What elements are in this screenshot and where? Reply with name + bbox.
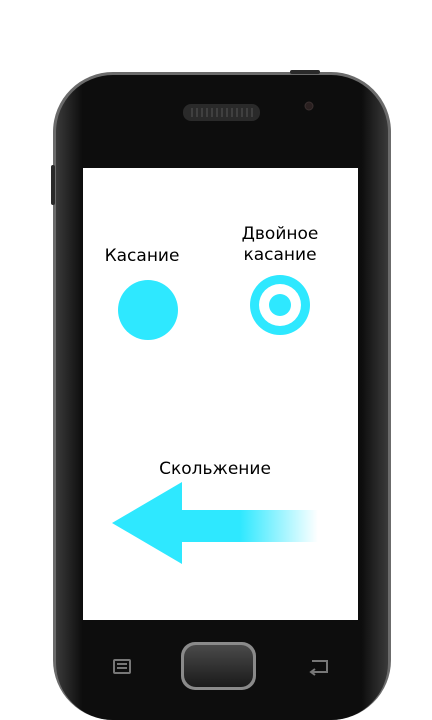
double-tap-label: Двойное касание bbox=[215, 224, 345, 266]
top-button bbox=[290, 70, 320, 74]
phone-device bbox=[51, 70, 391, 720]
gesture-illustration: Касание Двойное касание Скольжение bbox=[0, 0, 432, 720]
tap-gesture-circle bbox=[118, 280, 178, 340]
home-button[interactable] bbox=[181, 642, 256, 690]
swipe-label: Скольжение bbox=[159, 459, 271, 479]
double-tap-gesture-icon bbox=[250, 275, 310, 335]
double-tap-label-line1: Двойное bbox=[241, 224, 319, 244]
double-tap-label-line2: касание bbox=[243, 245, 317, 265]
tap-label: Касание bbox=[104, 246, 180, 266]
front-camera bbox=[304, 101, 314, 111]
side-button bbox=[51, 165, 55, 205]
earpiece-speaker bbox=[183, 104, 260, 121]
